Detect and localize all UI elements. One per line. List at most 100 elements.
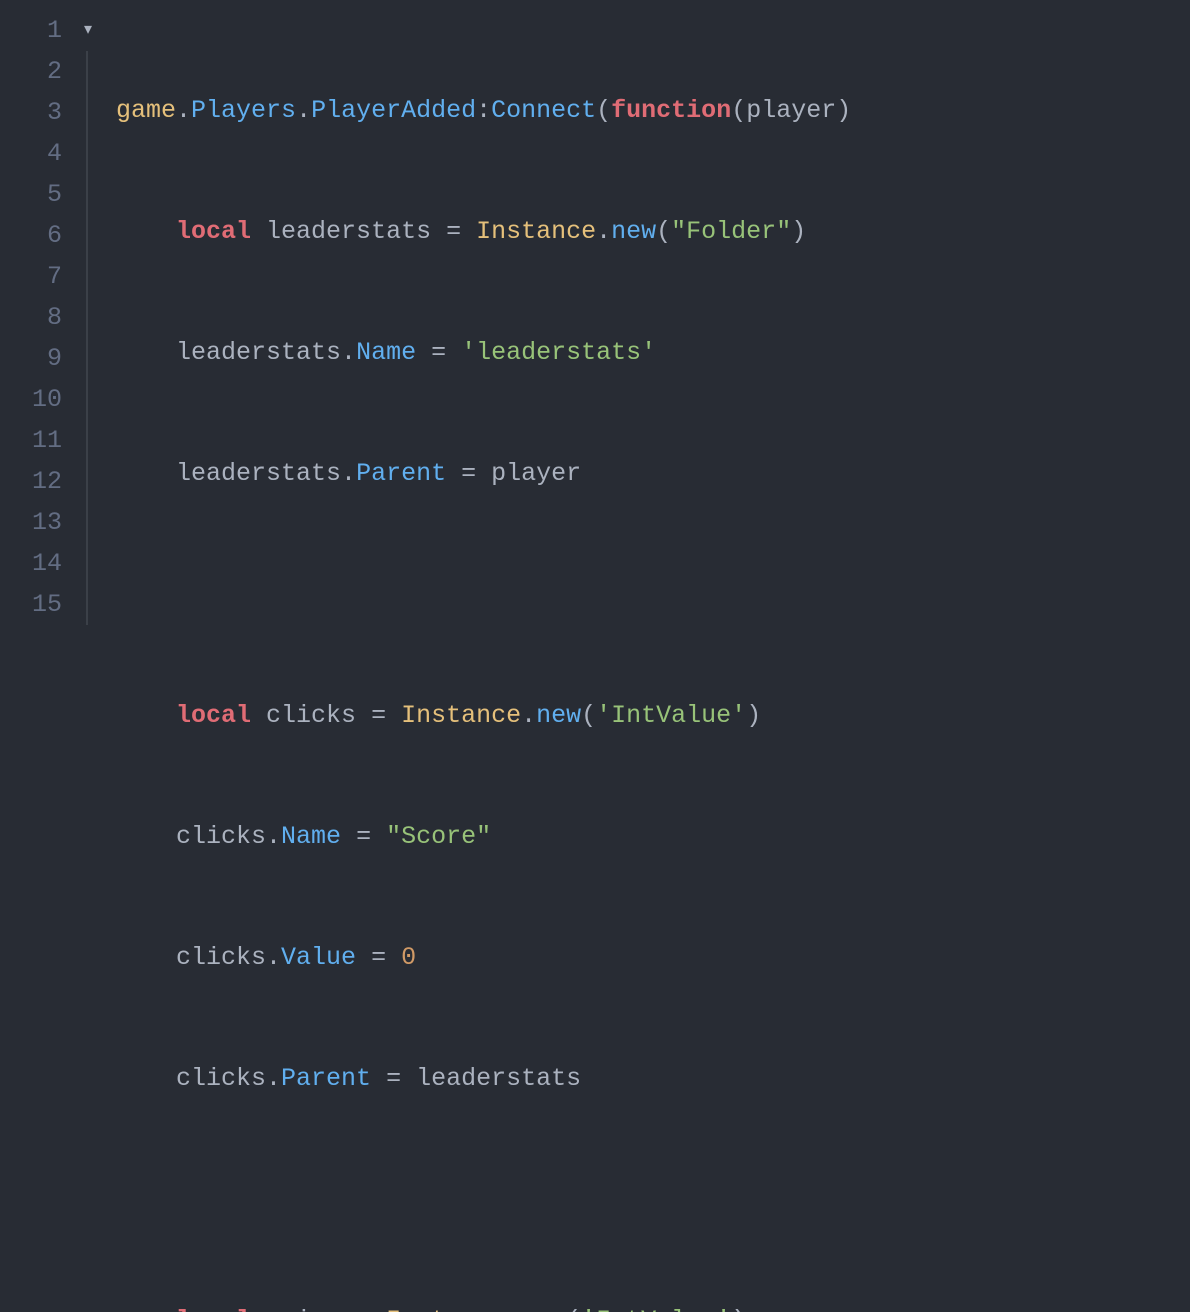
fold-guide-line — [86, 297, 88, 338]
line-number: 13 — [0, 502, 62, 543]
line-number: 15 — [0, 584, 62, 625]
code-token: = — [341, 822, 386, 851]
line-number: 10 — [0, 379, 62, 420]
code-token: Instance — [476, 217, 596, 246]
code-token: ( — [596, 96, 611, 125]
line-number-gutter: 1 2 3 4 5 6 7 8 9 10 11 12 13 14 15 — [0, 0, 80, 656]
code-token — [251, 701, 266, 730]
fold-guide-line — [86, 215, 88, 256]
code-line[interactable]: clicks.Parent = leaderstats — [116, 1058, 1190, 1099]
fold-guide-line — [86, 174, 88, 215]
code-token — [251, 217, 266, 246]
code-token: clicks — [176, 1064, 266, 1093]
code-line[interactable]: leaderstats.Name = 'leaderstats' — [116, 332, 1190, 373]
line-number: 5 — [0, 174, 62, 215]
indent — [116, 338, 176, 367]
fold-guide-line — [86, 420, 88, 461]
code-token: Name — [356, 338, 416, 367]
indent — [116, 822, 176, 851]
code-line[interactable]: clicks.Value = 0 — [116, 937, 1190, 978]
indent — [116, 459, 176, 488]
code-token: local — [176, 217, 251, 246]
indent — [116, 1306, 176, 1312]
code-token: Instance — [401, 701, 521, 730]
code-token: . — [266, 943, 281, 972]
code-token: new — [536, 701, 581, 730]
code-token: 'IntValue' — [596, 701, 746, 730]
fold-guide-line — [86, 461, 88, 502]
fold-guide-line — [86, 379, 88, 420]
code-editor-area[interactable]: game.Players.PlayerAdded:Connect(functio… — [116, 0, 1190, 656]
line-number: 2 — [0, 51, 62, 92]
code-token: . — [341, 338, 356, 367]
code-token: Connect — [491, 96, 596, 125]
indent — [116, 217, 176, 246]
code-token: Parent — [281, 1064, 371, 1093]
line-number: 3 — [0, 92, 62, 133]
code-token: = — [431, 217, 476, 246]
code-token: player — [746, 96, 836, 125]
code-token: . — [341, 459, 356, 488]
code-token: . — [596, 217, 611, 246]
code-line[interactable]: leaderstats.Parent = player — [116, 453, 1190, 494]
code-token: = — [356, 943, 401, 972]
code-token: 'IntValue' — [581, 1306, 731, 1312]
code-token: . — [266, 1064, 281, 1093]
code-token: = — [356, 701, 401, 730]
code-token: ( — [731, 96, 746, 125]
code-token: ) — [746, 701, 761, 730]
fold-guide-line — [86, 338, 88, 379]
code-token: Name — [281, 822, 341, 851]
code-token: leaderstats — [176, 459, 341, 488]
code-token: leaderstats — [266, 217, 431, 246]
code-token: . — [176, 96, 191, 125]
code-token: 0 — [401, 943, 416, 972]
code-folding-column: ▾ — [80, 0, 116, 656]
code-token: local — [176, 701, 251, 730]
indent — [116, 943, 176, 972]
code-line[interactable]: game.Players.PlayerAdded:Connect(functio… — [116, 90, 1190, 131]
code-token: leaderstats — [416, 1064, 581, 1093]
code-line[interactable]: local coins = Instance.new('IntValue') — [116, 1300, 1190, 1312]
indent — [116, 701, 176, 730]
code-token: ( — [566, 1306, 581, 1312]
line-number: 8 — [0, 297, 62, 338]
indent — [116, 1064, 176, 1093]
fold-guide-line — [86, 51, 88, 92]
code-token: "Score" — [386, 822, 491, 851]
code-token: clicks — [176, 943, 266, 972]
code-line[interactable]: local clicks = Instance.new('IntValue') — [116, 695, 1190, 736]
code-token: = — [371, 1064, 416, 1093]
code-token: PlayerAdded — [311, 96, 476, 125]
code-token — [251, 1306, 266, 1312]
code-line[interactable]: local leaderstats = Instance.new("Folder… — [116, 211, 1190, 252]
code-line[interactable] — [116, 574, 1190, 615]
code-token: = — [446, 459, 491, 488]
code-token: clicks — [266, 701, 356, 730]
code-token: . — [296, 96, 311, 125]
fold-guide-line — [86, 133, 88, 174]
line-number: 9 — [0, 338, 62, 379]
code-token: . — [506, 1306, 521, 1312]
code-token: clicks — [176, 822, 266, 851]
fold-guide-line — [86, 256, 88, 297]
line-number: 1 — [0, 10, 62, 51]
code-token: . — [521, 701, 536, 730]
fold-toggle-icon[interactable]: ▾ — [80, 18, 96, 44]
fold-guide-line — [86, 584, 88, 625]
line-number: 14 — [0, 543, 62, 584]
code-token: : — [476, 96, 491, 125]
code-token: local — [176, 1306, 251, 1312]
code-token: Parent — [356, 459, 446, 488]
line-number: 6 — [0, 215, 62, 256]
code-line[interactable] — [116, 1179, 1190, 1220]
code-token: 'leaderstats' — [461, 338, 656, 367]
code-line[interactable]: clicks.Name = "Score" — [116, 816, 1190, 857]
code-token: ) — [731, 1306, 746, 1312]
fold-guide-line — [86, 543, 88, 584]
line-number: 12 — [0, 461, 62, 502]
code-token: function — [611, 96, 731, 125]
code-token: ( — [581, 701, 596, 730]
code-token: Value — [281, 943, 356, 972]
line-number: 4 — [0, 133, 62, 174]
